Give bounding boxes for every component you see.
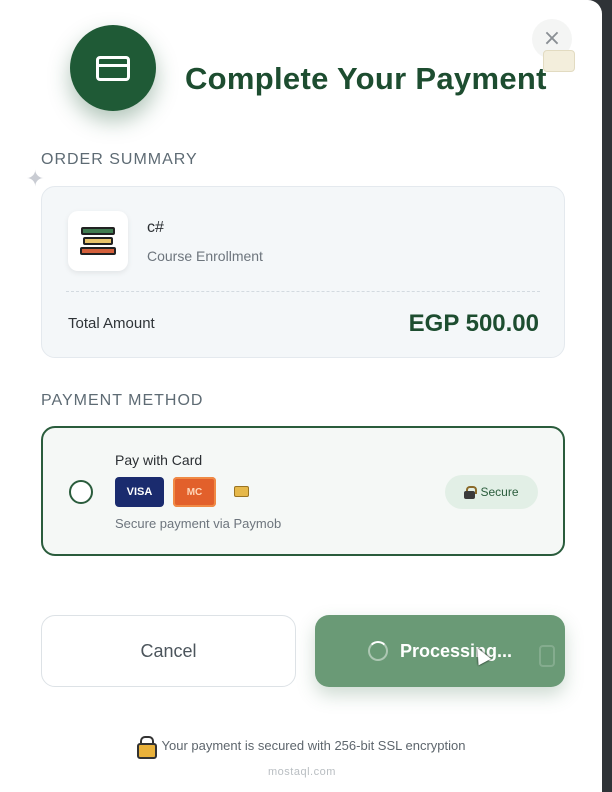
spinner-icon bbox=[367, 641, 388, 661]
course-name: c# bbox=[147, 219, 164, 236]
security-note: Your payment is secured with 256-bit SSL… bbox=[161, 738, 466, 753]
secure-badge: Secure bbox=[445, 475, 538, 509]
cancel-button[interactable]: Cancel bbox=[41, 615, 296, 687]
page-title: Complete Your Payment bbox=[185, 61, 547, 96]
header-badge bbox=[70, 25, 156, 111]
card-icon bbox=[234, 486, 249, 497]
watermark: mostaql.com bbox=[268, 766, 336, 778]
processing-button-label: Processing... bbox=[399, 640, 513, 661]
total-amount: EGP 500.00 bbox=[408, 310, 539, 337]
processing-button[interactable]: Processing... bbox=[315, 615, 565, 687]
payment-modal: × Complete Your Payment ✦ ORDER SUMMARY … bbox=[0, 0, 602, 792]
lock-icon bbox=[136, 736, 157, 759]
payment-option-subtitle: Secure payment via Paymob bbox=[115, 516, 282, 531]
divider bbox=[66, 291, 540, 292]
book-shape bbox=[83, 237, 113, 245]
order-summary-card: c# Course Enrollment Total Amount EGP 50… bbox=[41, 186, 565, 358]
payment-option-radio[interactable] bbox=[69, 480, 93, 504]
order-summary-label: ORDER SUMMARY bbox=[41, 151, 198, 168]
lock-icon bbox=[464, 485, 478, 499]
mastercard-icon: MC bbox=[173, 477, 216, 507]
close-icon: × bbox=[542, 26, 562, 51]
secure-badge-label: Secure bbox=[480, 485, 519, 499]
security-footer: Your payment is secured with 256-bit SSL… bbox=[0, 736, 602, 759]
payment-method-label: PAYMENT METHOD bbox=[41, 392, 204, 409]
visa-icon: VISA bbox=[115, 477, 164, 507]
book-shape bbox=[81, 227, 115, 235]
payment-option-title: Pay with Card bbox=[115, 452, 203, 468]
note-doodle-icon bbox=[543, 50, 575, 72]
payment-option-card[interactable]: Pay with Card VISA MC Secure payment via… bbox=[41, 426, 565, 556]
credit-card-icon bbox=[96, 55, 130, 81]
lock-icon bbox=[539, 645, 555, 667]
books-icon bbox=[68, 211, 128, 271]
total-label: Total Amount bbox=[68, 315, 155, 332]
book-shape bbox=[80, 247, 116, 255]
course-type: Course Enrollment bbox=[147, 248, 263, 264]
